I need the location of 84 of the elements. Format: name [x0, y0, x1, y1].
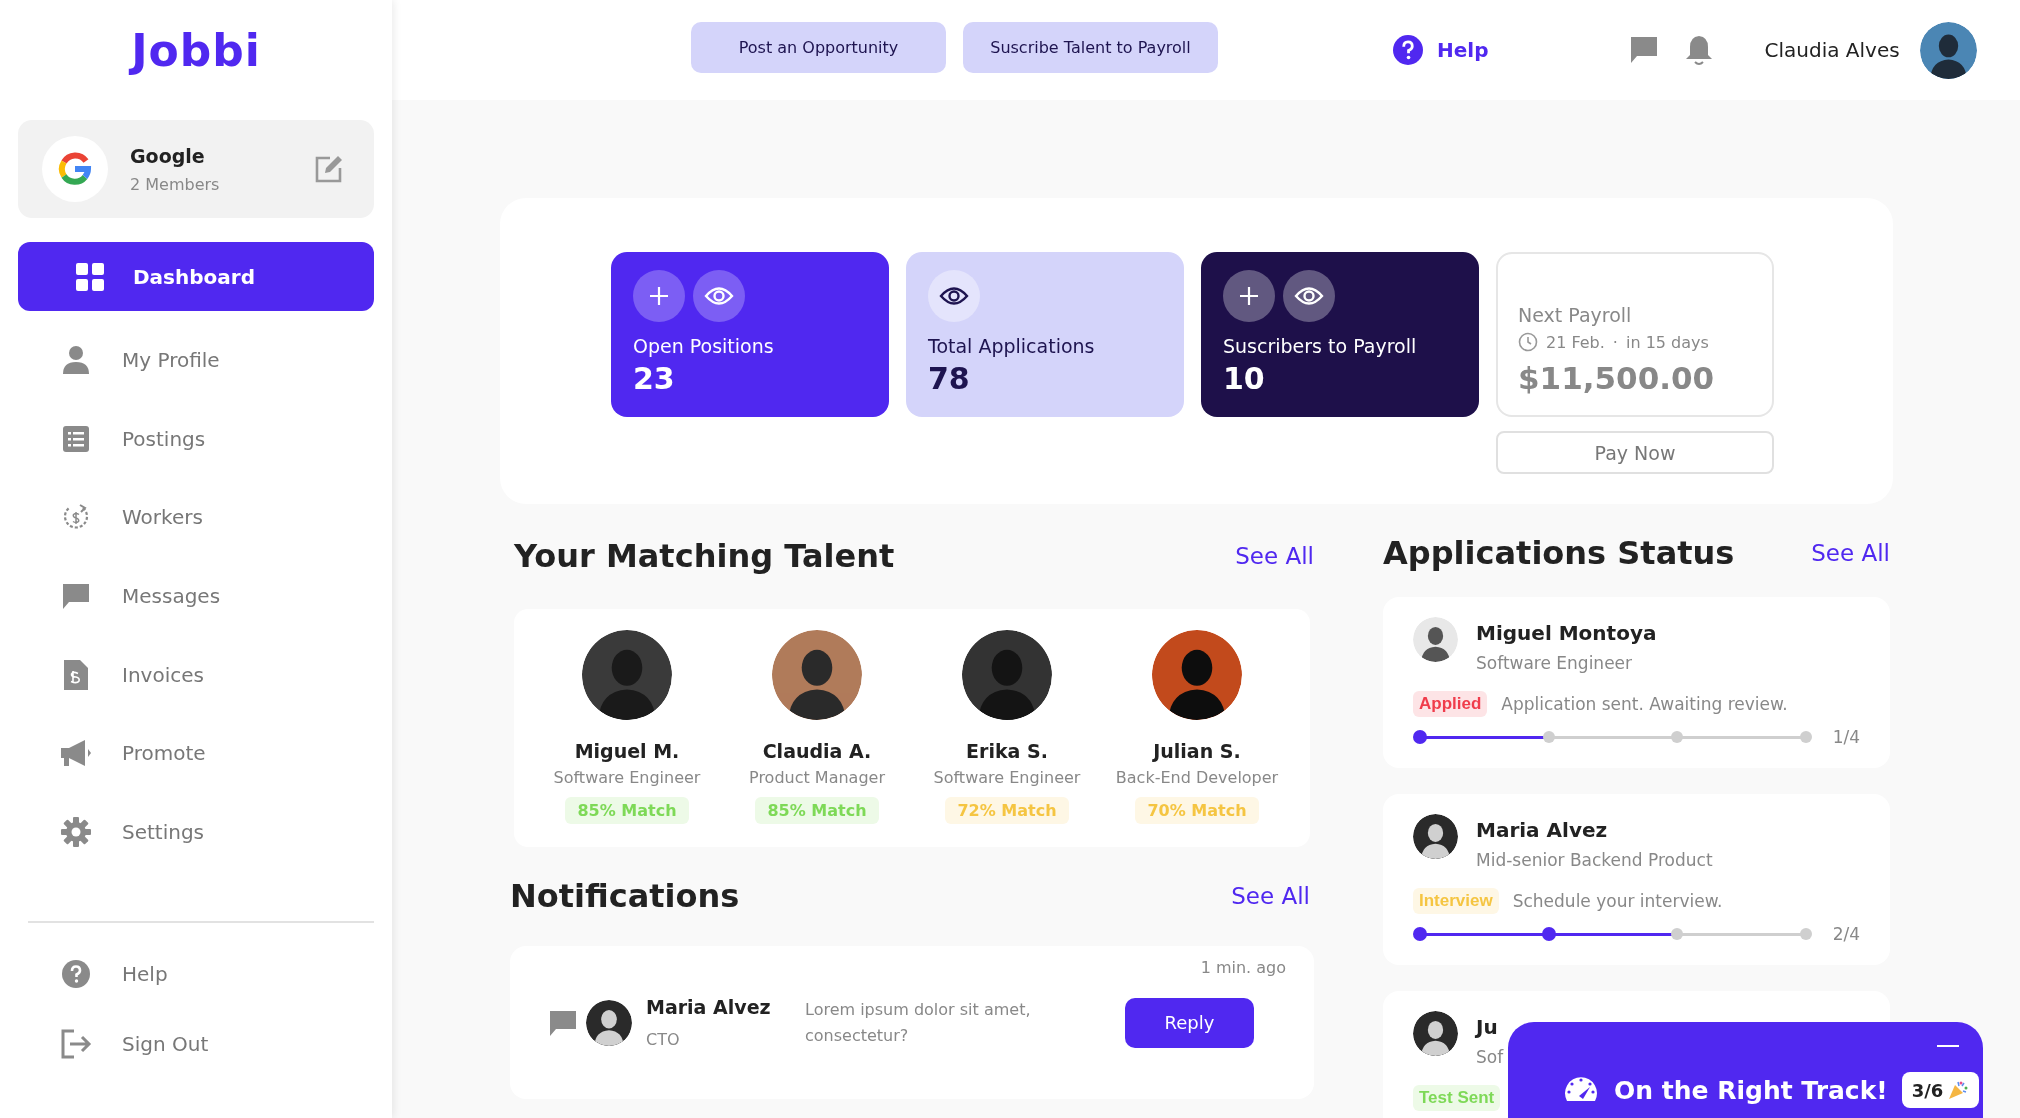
talent-role: Software Engineer [553, 768, 701, 787]
eye-icon [939, 285, 969, 307]
step-count: 1/4 [1832, 727, 1860, 747]
sender-name: Maria Alvez [646, 996, 772, 1018]
sidebar-item[interactable]: Postings [18, 399, 374, 479]
organization-name: Google [130, 144, 206, 167]
see-all-link[interactable]: See All [1235, 543, 1314, 569]
applicant-role: Mid-senior Backend Product [1476, 850, 1713, 870]
help-link[interactable]: Help [1393, 35, 1489, 65]
plus-icon [1237, 284, 1261, 308]
clock-icon [1518, 332, 1538, 352]
view-button[interactable] [1283, 270, 1335, 322]
status-note: Schedule your interview. [1512, 891, 1723, 911]
notification-message: Lorem ipsum dolor sit amet, consectetur? [805, 998, 1032, 1047]
status-note: Application sent. Awaiting review. [1501, 694, 1788, 714]
talent-name: Erika S. [966, 740, 1048, 762]
section-title: Applications Status [1383, 534, 1735, 572]
sender-role: CTO [646, 1030, 681, 1049]
user-name: Claudia Alves [1764, 38, 1900, 62]
action-button[interactable]: Suscribe Talent to Payroll [963, 21, 1218, 73]
match-badge: 70% Match [1135, 797, 1259, 824]
applicant-role: Software Engineer [1476, 653, 1634, 673]
sidebar-item[interactable]: Settings [18, 792, 374, 872]
sidebar-item[interactable]: My Profile [18, 321, 374, 400]
sidebar-item[interactable]: Workers [18, 478, 374, 557]
help-icon [1393, 35, 1423, 65]
plus-icon [647, 284, 671, 308]
view-button[interactable] [693, 270, 745, 322]
applicant-name: Ju [1476, 1015, 1499, 1039]
sidebar-item[interactable]: Sign Out [18, 1009, 209, 1080]
step-count: 2/4 [1832, 924, 1860, 944]
section-title: Your Matching Talent [514, 537, 895, 575]
payroll-due: in 15 days [1625, 332, 1709, 352]
stat-label: Suscribers to Payroll [1223, 335, 1418, 357]
stat-label: Open Positions [633, 335, 775, 357]
talent-name: Claudia A. [762, 740, 872, 762]
letter-g-icon [58, 152, 92, 186]
talent-name: Miguel M. [574, 740, 680, 762]
edit-icon[interactable] [314, 154, 344, 184]
sidebar-item[interactable]: Invoices [18, 635, 374, 714]
applicant-name: Miguel Montoya [1476, 621, 1657, 645]
pay-now-button[interactable]: Pay Now [1496, 431, 1774, 474]
add-button[interactable] [1223, 270, 1275, 322]
see-all-link[interactable]: See All [1811, 540, 1890, 566]
status-tag: Applied [1413, 691, 1488, 717]
stat-value: 23 [633, 361, 676, 396]
payroll-title: Next Payroll [1518, 304, 1633, 326]
member-count: 2 Members [130, 174, 221, 194]
action-button[interactable]: Post an Opportunity [691, 21, 946, 73]
sidebar-item[interactable]: Help [18, 939, 168, 1010]
status-tag: Test Sent [1413, 1085, 1501, 1111]
status-tag: Interview [1413, 888, 1499, 914]
payroll-date: 21 Feb. [1546, 332, 1605, 352]
add-button[interactable] [633, 270, 685, 322]
talent-role: Product Manager [749, 768, 885, 787]
party-popper-icon [1947, 1079, 1970, 1101]
sidebar-item[interactable]: Messages [18, 556, 374, 636]
match-badge: 72% Match [945, 797, 1069, 824]
talent-role: Software Engineer [933, 768, 1081, 787]
see-all-link[interactable]: See All [1231, 883, 1310, 909]
progress-count: 3/6 [1911, 1079, 1944, 1101]
separator: · [1612, 332, 1618, 352]
sidebar-item[interactable]: Promote [18, 713, 374, 793]
stat-value: 78 [928, 361, 971, 396]
settings-icon [58, 815, 94, 848]
payroll-amount: $11,500.00 [1518, 360, 1716, 396]
section-title: Notifications [510, 877, 740, 915]
applicant-name: Maria Alvez [1476, 818, 1609, 842]
toast-title: On the Right Track! [1614, 1075, 1888, 1105]
applicant-role: Sof [1476, 1047, 1504, 1067]
stat-value: 10 [1223, 361, 1266, 396]
match-badge: 85% Match [755, 797, 879, 824]
reply-button[interactable]: Reply [1125, 997, 1254, 1048]
eye-icon [704, 285, 734, 307]
eye-icon [1294, 285, 1324, 307]
view-button[interactable] [928, 270, 980, 322]
talent-name: Julian S. [1153, 740, 1241, 762]
notification-bell-icon[interactable] [1684, 34, 1715, 66]
talent-role: Back-End Developer [1115, 768, 1279, 787]
stat-label: Total Applications [928, 335, 1096, 357]
megaphone-icon [58, 739, 94, 768]
match-badge: 85% Match [565, 797, 689, 824]
sidebar-item[interactable]: Dashboard [18, 242, 374, 311]
notification-time: 1 min. ago [1200, 958, 1286, 977]
